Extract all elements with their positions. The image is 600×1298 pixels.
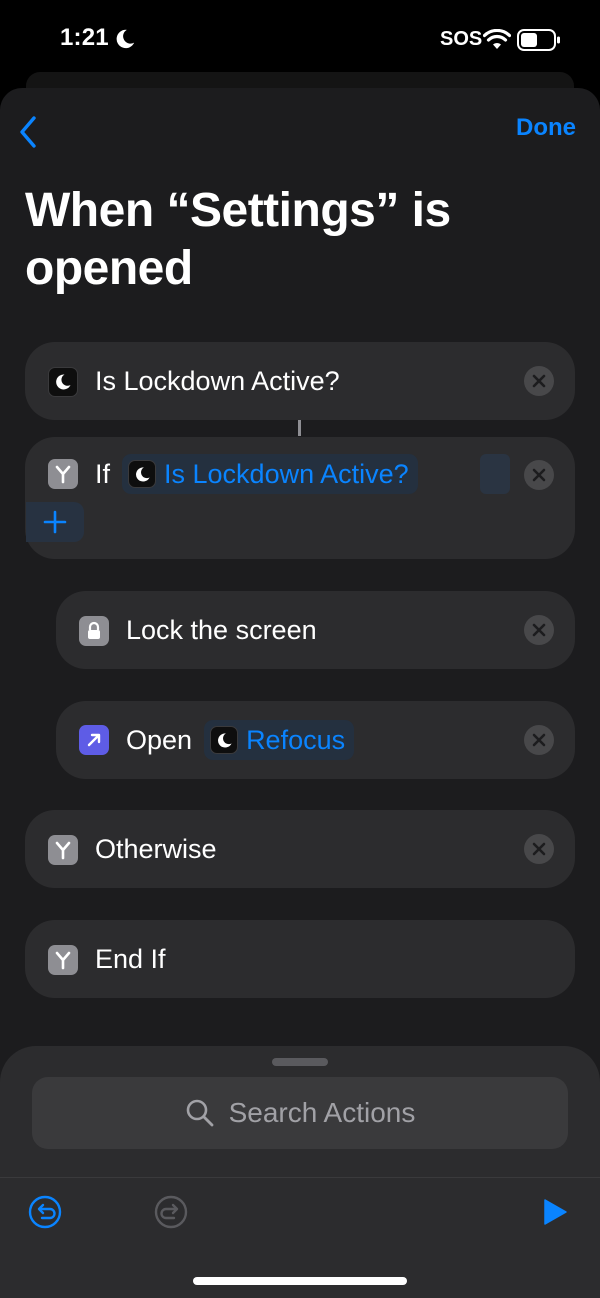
chevron-left-icon bbox=[20, 116, 36, 148]
search-actions-field[interactable]: Search Actions bbox=[32, 1077, 568, 1149]
drawer-grabber[interactable] bbox=[272, 1058, 328, 1066]
action-label: Lock the screen bbox=[126, 615, 317, 645]
remove-action-button[interactable] bbox=[524, 366, 554, 396]
action-label: Open bbox=[126, 724, 193, 755]
remove-action-button[interactable] bbox=[524, 615, 554, 645]
close-icon bbox=[532, 623, 546, 637]
search-icon bbox=[186, 1099, 214, 1127]
close-icon bbox=[532, 374, 546, 388]
close-icon bbox=[532, 733, 546, 747]
wifi-icon bbox=[483, 29, 511, 49]
close-icon bbox=[532, 468, 546, 482]
app-token[interactable]: Refocus bbox=[204, 720, 355, 760]
action-row: Open Refocus bbox=[79, 720, 355, 760]
branch-icon bbox=[48, 944, 78, 975]
toolbar-divider bbox=[0, 1177, 600, 1178]
play-icon bbox=[544, 1199, 567, 1225]
status-bar: 1:21 SOS bbox=[0, 0, 600, 80]
action-row: Otherwise bbox=[48, 834, 217, 865]
undo-icon bbox=[28, 1195, 62, 1229]
remove-action-button[interactable] bbox=[524, 460, 554, 490]
arrow-up-right-icon bbox=[79, 725, 109, 755]
page-title: When “Settings” is opened bbox=[25, 184, 451, 295]
run-button[interactable] bbox=[534, 1192, 574, 1232]
branch-icon bbox=[48, 459, 78, 489]
action-row: If Is Lockdown Active? bbox=[48, 454, 418, 494]
status-time: 1:21 bbox=[60, 24, 109, 51]
sos-label: SOS bbox=[440, 28, 483, 50]
action-label: If bbox=[95, 458, 111, 489]
moon-icon bbox=[128, 460, 157, 488]
search-placeholder: Search Actions bbox=[228, 1097, 416, 1128]
add-condition-button[interactable] bbox=[26, 502, 84, 542]
redo-button[interactable] bbox=[151, 1192, 191, 1232]
lock-icon bbox=[79, 615, 109, 646]
battery-icon bbox=[517, 29, 560, 51]
action-row: End If bbox=[48, 944, 166, 975]
empty-parameter-slot[interactable] bbox=[480, 454, 510, 494]
close-icon bbox=[532, 842, 546, 856]
action-row: Lock the screen bbox=[79, 615, 317, 646]
variable-token[interactable]: Is Lockdown Active? bbox=[122, 454, 418, 494]
action-row: Is Lockdown Active? bbox=[48, 366, 340, 397]
redo-icon bbox=[154, 1195, 188, 1229]
moon-icon bbox=[210, 726, 239, 754]
token-label: Is Lockdown Active? bbox=[164, 458, 409, 489]
plus-icon bbox=[43, 510, 67, 534]
undo-button[interactable] bbox=[25, 1192, 65, 1232]
token-label: Refocus bbox=[246, 724, 346, 755]
remove-action-button[interactable] bbox=[524, 725, 554, 755]
action-label: Otherwise bbox=[95, 834, 217, 864]
action-label: Is Lockdown Active? bbox=[95, 366, 340, 396]
moon-icon bbox=[48, 366, 78, 397]
action-label: End If bbox=[95, 944, 166, 974]
moon-icon bbox=[116, 29, 135, 49]
remove-action-button[interactable] bbox=[524, 834, 554, 864]
done-button[interactable]: Done bbox=[516, 114, 576, 142]
connector-line bbox=[298, 420, 301, 436]
home-indicator bbox=[193, 1277, 407, 1285]
back-button[interactable] bbox=[8, 110, 48, 154]
branch-icon bbox=[48, 834, 78, 865]
